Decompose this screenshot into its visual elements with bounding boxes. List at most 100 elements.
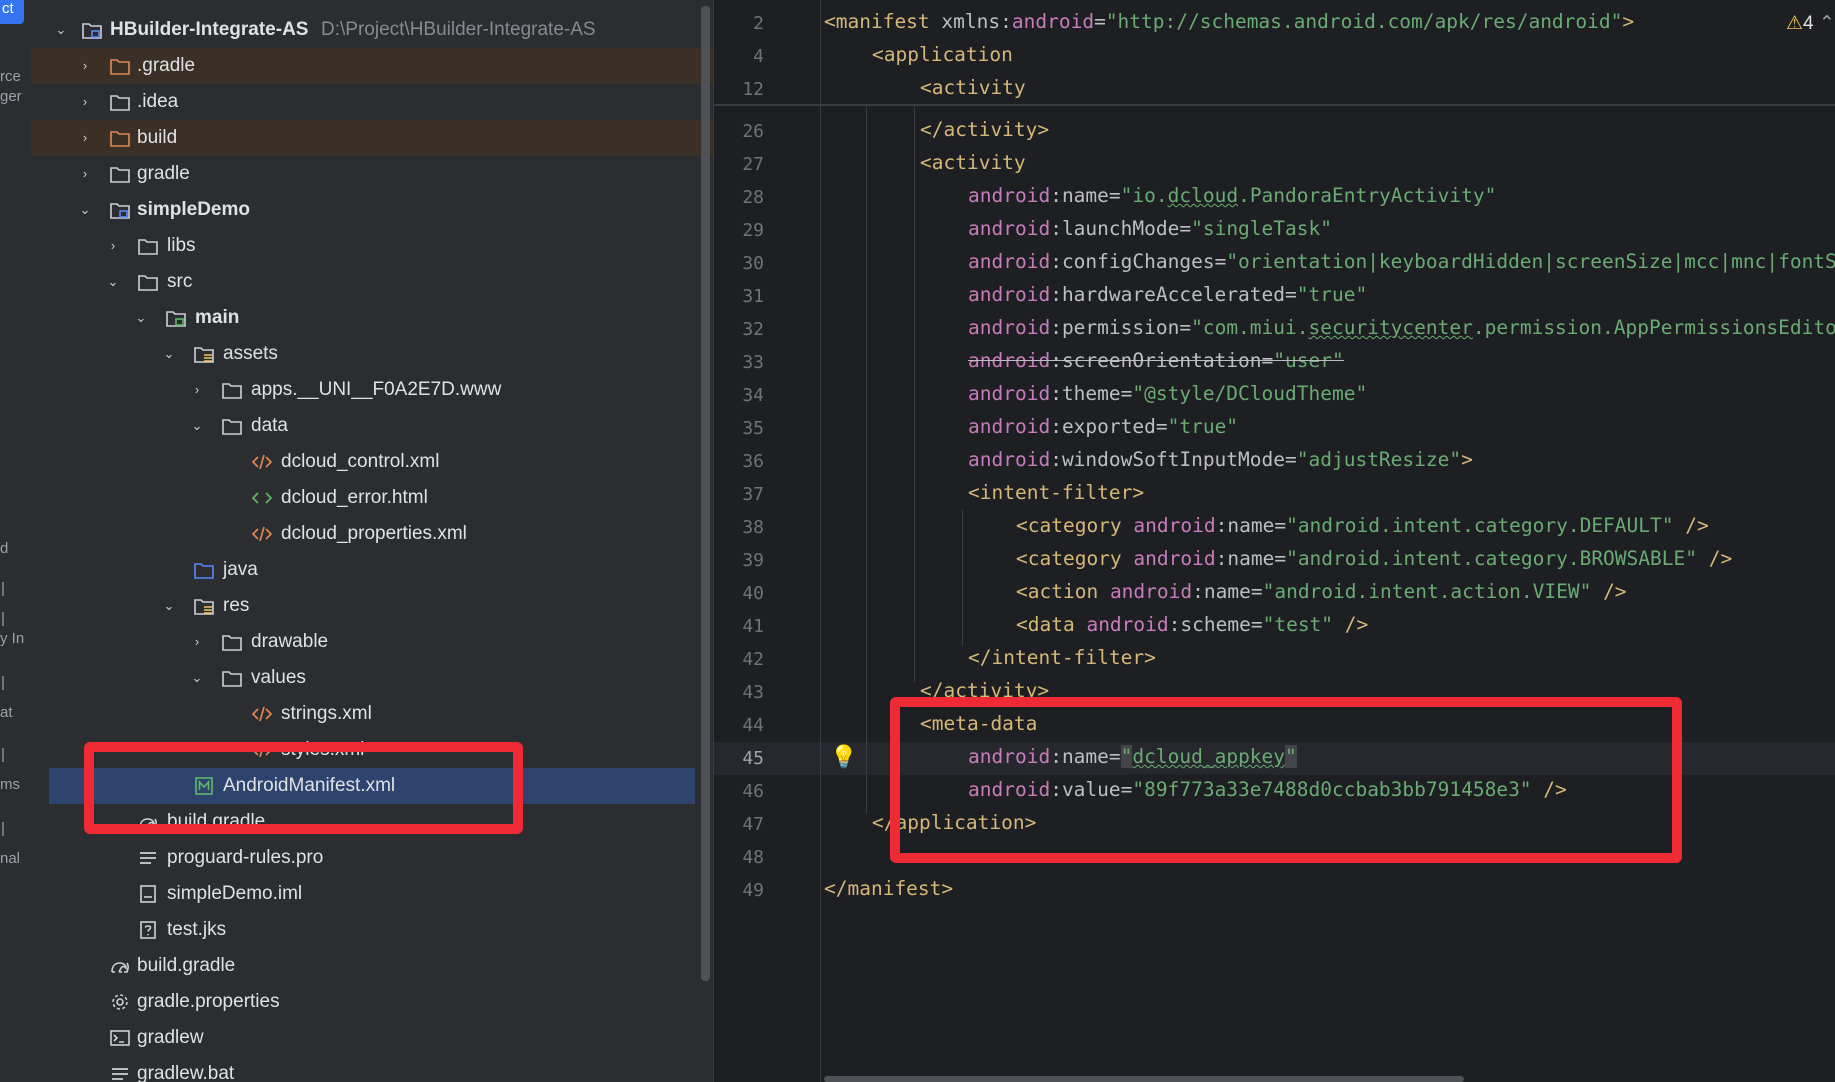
tree-item[interactable]: › gradle: [31, 156, 713, 192]
tree-item[interactable]: proguard-rules.pro: [31, 840, 713, 876]
tree-item[interactable]: ⌄ values: [31, 660, 713, 696]
tree-item[interactable]: ⌄ data: [31, 408, 713, 444]
tree-item[interactable]: build.gradle: [31, 804, 713, 840]
tree-item[interactable]: styles.xml: [31, 732, 713, 768]
strip-label[interactable]: y In: [0, 630, 24, 647]
code-line[interactable]: </intent-filter>: [968, 646, 1156, 669]
chevron-right-icon[interactable]: ›: [77, 120, 93, 156]
tree-item[interactable]: dcloud_control.xml: [31, 444, 713, 480]
xml-value: "orientation|keyboardHidden|screenSize|m…: [1226, 250, 1835, 273]
tree-item[interactable]: ⌄ assets: [31, 336, 713, 372]
line-number: 2: [753, 13, 764, 34]
tree-item-label: build.gradle: [167, 811, 266, 832]
strip-label[interactable]: nal: [0, 850, 20, 867]
chevron-down-icon[interactable]: ⌄: [189, 660, 205, 696]
code-line[interactable]: </application>: [872, 811, 1036, 834]
code-line[interactable]: <manifest xmlns:android="http://schemas.…: [824, 10, 1634, 33]
code-line[interactable]: </activity>: [920, 118, 1049, 141]
code-line[interactable]: android:value="89f773a33e7488d0ccbab3bb7…: [968, 778, 1567, 801]
code-line-current[interactable]: android:name="dcloud_appkey": [968, 745, 1297, 768]
chevron-right-icon[interactable]: ›: [77, 156, 93, 192]
code-line[interactable]: <action android:name="android.intent.act…: [1016, 580, 1627, 603]
strip-label[interactable]: d: [0, 540, 8, 557]
tree-item[interactable]: ⌄ res: [31, 588, 713, 624]
tree-item[interactable]: gradle.properties: [31, 984, 713, 1020]
tree-item[interactable]: build.gradle: [31, 948, 713, 984]
strip-label[interactable]: ger: [0, 88, 22, 105]
chevron-right-icon[interactable]: ›: [77, 48, 93, 84]
xml-tag: </activity>: [920, 679, 1050, 702]
tree-root-path: D:\Project\HBuilder-Integrate-AS: [321, 19, 596, 40]
horizontal-scrollbar[interactable]: [824, 1076, 1464, 1082]
chevron-right-icon[interactable]: ›: [189, 372, 205, 408]
inspection-widget[interactable]: ⚠4 ⌃: [1786, 12, 1835, 35]
tree-item[interactable]: ⌄ main: [31, 300, 713, 336]
code-line[interactable]: </manifest>: [824, 877, 953, 900]
chevron-down-icon[interactable]: ⌄: [161, 336, 177, 372]
code-line[interactable]: </activity>: [920, 679, 1049, 702]
chevron-down-icon[interactable]: ⌄: [77, 192, 93, 228]
code-line[interactable]: android:name="io.dcloud.PandoraEntryActi…: [968, 184, 1496, 207]
code-line[interactable]: android:hardwareAccelerated="true": [968, 283, 1367, 306]
code-line[interactable]: <category android:name="android.intent.c…: [1016, 514, 1709, 537]
tree-item[interactable]: gradlew: [31, 1020, 713, 1056]
chevron-right-icon[interactable]: ›: [189, 624, 205, 660]
chevron-down-icon[interactable]: ⌄: [133, 300, 149, 336]
project-tool-tab[interactable]: ct: [0, 0, 24, 24]
code-line-deprecated[interactable]: android:screenOrientation="user": [968, 349, 1344, 372]
code-line[interactable]: <meta-data: [920, 712, 1037, 735]
strip-label[interactable]: at: [0, 704, 13, 721]
tree-item-selected[interactable]: AndroidManifest.xml: [49, 768, 695, 804]
strip-label[interactable]: rce: [0, 68, 21, 85]
xml-namespace: android: [1086, 613, 1169, 636]
code-line[interactable]: android:permission="com.miui.securitycen…: [968, 316, 1835, 339]
xml-attr: launchMode: [1061, 217, 1180, 240]
tree-item[interactable]: dcloud_properties.xml: [31, 516, 713, 552]
lightbulb-icon[interactable]: 💡: [830, 744, 857, 770]
chevron-down-icon[interactable]: ⌄: [53, 12, 69, 48]
code-line[interactable]: android:theme="@style/DCloudTheme": [968, 382, 1367, 405]
xml-namespace: android: [968, 283, 1051, 306]
project-tree: ⌄ HBuilder-Integrate-AS D:\Project\HBuil…: [31, 0, 713, 1082]
code-line[interactable]: android:launchMode="singleTask": [968, 217, 1332, 240]
code-line[interactable]: <intent-filter>: [968, 481, 1144, 504]
code-line[interactable]: <data android:scheme="test" />: [1016, 613, 1368, 636]
tree-item[interactable]: ⌄ simpleDemo: [31, 192, 713, 228]
code-line[interactable]: <category android:name="android.intent.c…: [1016, 547, 1732, 570]
code-line[interactable]: <application: [872, 43, 1013, 66]
code-line[interactable]: android:windowSoftInputMode="adjustResiz…: [968, 448, 1473, 471]
chevron-up-icon[interactable]: ⌃: [1819, 13, 1835, 34]
tree-item[interactable]: › libs: [31, 228, 713, 264]
tree-item[interactable]: strings.xml: [31, 696, 713, 732]
xml-attr: scheme: [1180, 613, 1251, 636]
tree-item[interactable]: test.jks: [31, 912, 713, 948]
xml-tag: </activity>: [920, 118, 1050, 141]
chevron-right-icon[interactable]: ›: [77, 84, 93, 120]
strip-label[interactable]: ms: [0, 776, 20, 793]
tree-item[interactable]: dcloud_error.html: [31, 480, 713, 516]
code-editor[interactable]: ⚠4 ⌃ 💡 2 4 12 26 27 28 29 30 31 32 33 34…: [713, 0, 1835, 1082]
line-number: 47: [742, 814, 764, 835]
tree-item[interactable]: › build: [31, 120, 713, 156]
line-number-current: 45: [742, 748, 764, 769]
tree-item[interactable]: › .gradle: [31, 48, 713, 84]
tree-item[interactable]: ⌄ src: [31, 264, 713, 300]
tree-root[interactable]: ⌄ HBuilder-Integrate-AS D:\Project\HBuil…: [31, 12, 713, 48]
xml-namespace: android: [968, 778, 1051, 801]
code-line[interactable]: android:exported="true": [968, 415, 1238, 438]
code-line[interactable]: <activity: [920, 151, 1026, 174]
tree-item[interactable]: java: [31, 552, 713, 588]
tree-item[interactable]: simpleDemo.iml: [31, 876, 713, 912]
chevron-right-icon[interactable]: ›: [105, 228, 121, 264]
tree-item[interactable]: › apps.__UNI__F0A2E7D.www: [31, 372, 713, 408]
chevron-down-icon[interactable]: ⌄: [189, 408, 205, 444]
code-line[interactable]: <activity: [920, 76, 1026, 99]
code-line[interactable]: android:configChanges="orientation|keybo…: [968, 250, 1835, 273]
tree-scrollbar[interactable]: [701, 6, 710, 981]
chevron-down-icon[interactable]: ⌄: [105, 264, 121, 300]
chevron-down-icon[interactable]: ⌄: [161, 588, 177, 624]
tree-item[interactable]: › drawable: [31, 624, 713, 660]
tree-item[interactable]: gradlew.bat: [31, 1056, 713, 1082]
tree-item[interactable]: › .idea: [31, 84, 713, 120]
xml-punct: =: [1094, 10, 1106, 33]
